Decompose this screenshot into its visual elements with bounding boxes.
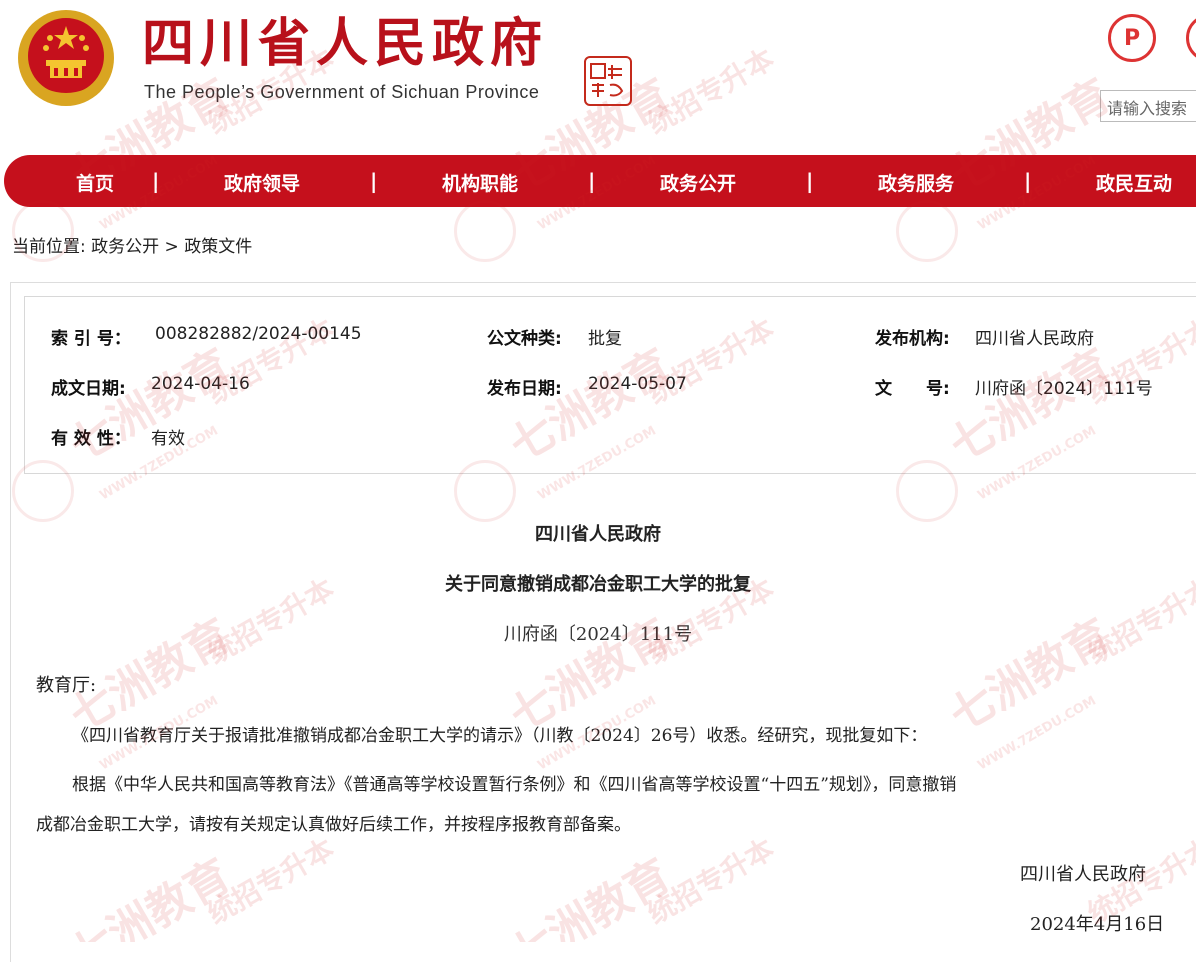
pinterest-share-icon[interactable]: P [1108, 14, 1156, 62]
nav-item-functions[interactable]: 机构职能 [442, 169, 518, 196]
main-navigation: 首页 | 政府领导 | 机构职能 | 政务公开 | 政务服务 | 政民互动 [4, 155, 1196, 207]
published-date-value: 2024-05-07 [588, 374, 687, 394]
document-signature: 四川省人民政府 [1020, 864, 1146, 885]
issuer-label: 发布机构: [875, 329, 950, 349]
document-number: 川府函〔2024〕111号 [503, 624, 693, 645]
created-date-label: 成文日期: [51, 379, 126, 399]
nav-item-home[interactable]: 首页 [76, 169, 114, 196]
document-issuer: 四川省人民政府 [535, 524, 661, 545]
validity-value: 有效 [151, 429, 185, 449]
breadcrumb-path[interactable]: 政务公开 > 政策文件 [91, 237, 252, 257]
document-metadata-table: 索 引 号： 008282882/2024-00145 公文种类: 批复 发布机… [24, 296, 1196, 474]
document-paragraph-2-line-2: 成都冶金职工大学，请按有关规定认真做好后续工作，并按程序报教育部备案。 [36, 815, 631, 835]
index-value: 008282882/2024-00145 [155, 324, 362, 344]
nav-separator: | [588, 169, 596, 193]
nav-item-services[interactable]: 政务服务 [878, 169, 954, 196]
issuer-value: 四川省人民政府 [975, 329, 1094, 349]
document-title: 关于同意撤销成都冶金职工大学的批复 [445, 574, 751, 595]
search-input[interactable]: 请输入搜索 [1100, 90, 1196, 122]
document-recipient: 教育厅: [36, 675, 97, 696]
nav-item-disclosure[interactable]: 政务公开 [660, 169, 736, 196]
share-icon[interactable] [1186, 14, 1196, 62]
sichuan-seal-logo [584, 56, 632, 106]
nav-item-leaders[interactable]: 政府领导 [224, 169, 300, 196]
doc-type-label: 公文种类: [487, 329, 562, 349]
doc-type-value: 批复 [588, 329, 622, 349]
site-title[interactable]: 四川省人民政府 [142, 12, 548, 76]
created-date-value: 2024-04-16 [151, 374, 250, 394]
breadcrumb-prefix: 当前位置: [12, 237, 86, 257]
doc-number-value: 川府函〔2024〕111号 [975, 379, 1153, 399]
nav-item-interaction[interactable]: 政民互动 [1096, 169, 1172, 196]
document-date: 2024年4月16日 [1030, 914, 1165, 935]
national-emblem-icon [18, 10, 114, 106]
seal-mark-icon [590, 63, 624, 97]
document-paragraph-1: 《四川省教育厅关于报请批准撤销成都冶金职工大学的请示》（川教〔2024〕26号）… [72, 726, 928, 746]
nav-separator: | [806, 169, 814, 193]
document-paragraph-2-line-1: 根据《中华人民共和国高等教育法》《普通高等学校设置暂行条例》和《四川省高等学校设… [72, 775, 957, 795]
doc-number-label: 文 号: [875, 379, 950, 399]
watermark-logo-icon [896, 200, 958, 262]
site-subtitle: The People’s Government of Sichuan Provi… [144, 82, 540, 102]
index-label: 索 引 号： [51, 329, 131, 349]
breadcrumb: 当前位置: 政务公开 > 政策文件 [12, 232, 252, 257]
site-header: 四川省人民政府 The People’s Government of Sichu… [0, 0, 1196, 150]
nav-separator: | [370, 169, 378, 193]
published-date-label: 发布日期: [487, 379, 562, 399]
watermark-logo-icon [454, 200, 516, 262]
nav-separator: | [152, 169, 160, 193]
nav-separator: | [1024, 169, 1032, 193]
validity-label: 有 效 性： [51, 429, 131, 449]
